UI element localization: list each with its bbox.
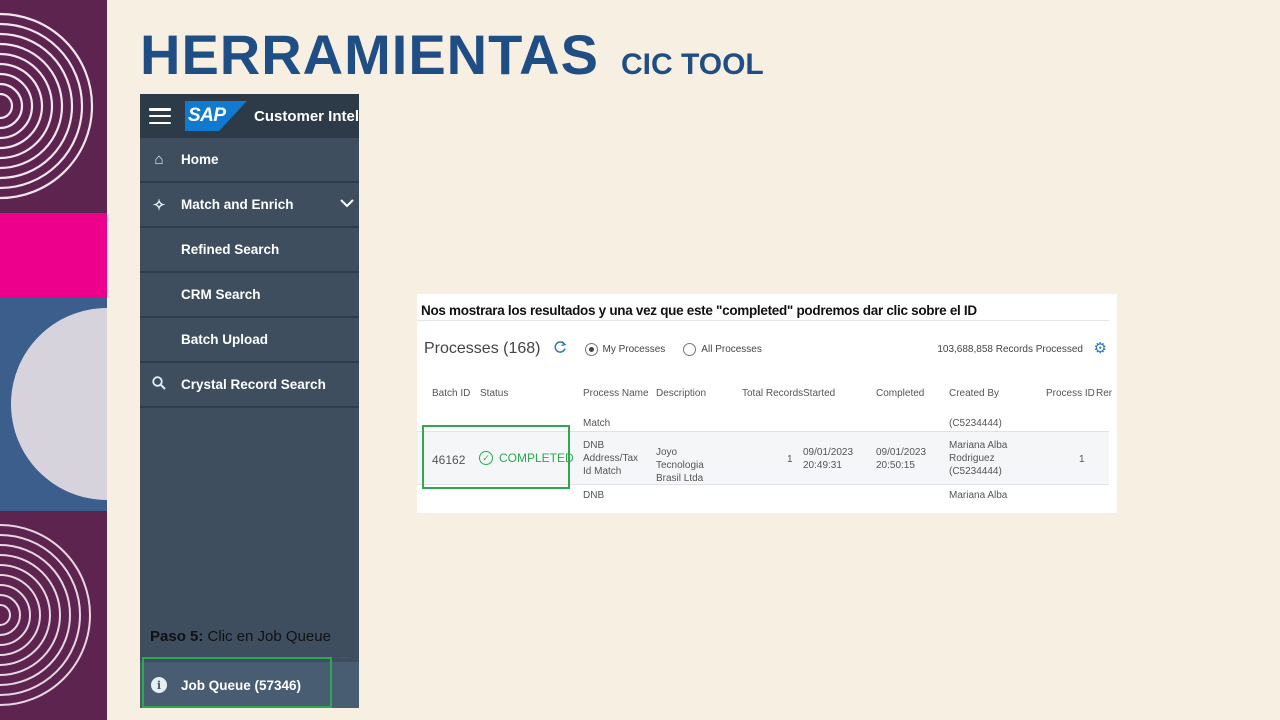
cell-process-id: 1 [1079,454,1085,465]
nav-item-home[interactable]: ⌂ Home [140,138,359,183]
refresh-icon[interactable] [553,340,567,358]
col-header-completed[interactable]: Completed [876,388,924,399]
sap-logo: SAP [185,101,247,131]
nav-item-crystal-record-search[interactable]: Crystal Record Search [140,363,359,408]
decor-concentric-circles-top [0,0,107,213]
title-sub: CIC TOOL [620,48,764,81]
divider [338,657,349,658]
col-header-description[interactable]: Description [656,388,706,399]
cell-created-by: Mariana Alba Rodriguez (C5234444) [949,440,1008,477]
highlight-box-job-queue [142,657,332,708]
prev-row-process-name: Match [583,418,611,429]
records-processed: 103,688,858 Records Processed [937,344,1083,355]
title-main: HERRAMIENTAS [140,23,599,86]
nav-item-match-and-enrich[interactable]: ✧ Match and Enrich [140,183,359,228]
nav-label: CRM Search [181,287,261,302]
app-title: Customer Intel [253,107,359,125]
col-header-batch-id[interactable]: Batch ID [432,388,470,399]
nav-label: Home [181,152,219,167]
decor-concentric-circles-bottom [0,511,107,720]
col-header-process-id[interactable]: Process ID [1046,388,1095,399]
nav-item-crm-search[interactable]: CRM Search [140,273,359,318]
sap-sidebar: SAP Customer Intel ⌂ Home ✧ Match and En… [140,94,359,708]
hamburger-menu-icon[interactable] [149,108,171,124]
cell-total-records: 1 [787,454,793,465]
col-header-process-name[interactable]: Process Name [583,388,649,399]
prev-row-created-by: (C5234444) [949,418,1002,429]
nav-label: Batch Upload [181,332,269,347]
my-processes-radio[interactable] [584,342,598,356]
col-header-started[interactable]: Started [803,388,835,399]
col-header-rer[interactable]: Rer [1096,388,1112,399]
slide-title: HERRAMIENTAS CIC TOOL [140,22,764,87]
processes-title: Processes (168) [424,340,541,357]
cell-description: Joyo Tecnologia Brasil Ltda [656,447,704,484]
gear-icon[interactable]: ⚙ [1094,339,1107,357]
my-processes-label: My Processes [602,343,666,355]
step-instruction: Paso 5: Clic en Job Queue [150,628,331,645]
step-label: Paso 5: [150,628,204,645]
sap-logo-text: SAP [188,105,226,126]
highlight-box-batch-status [422,425,570,489]
step-text: Clic en Job Queue [203,628,331,645]
next-row-process-name: DNB [583,490,605,501]
nav-label: Refined Search [181,242,280,257]
sap-header: SAP Customer Intel [140,94,359,138]
nav-label: Match and Enrich [181,197,294,212]
col-header-status[interactable]: Status [480,388,508,399]
col-header-total-records[interactable]: Total Records [742,388,803,399]
chevron-down-icon [340,195,354,211]
results-caption: Nos mostrara los resultados y una vez qu… [421,303,977,318]
next-row-created-by: Mariana Alba [949,490,1008,501]
processes-header: Processes (168) My Processes All Process… [424,340,762,358]
cell-started: 09/01/2023 20:49:31 [803,447,854,471]
divider [417,320,1109,321]
nav-item-batch-upload[interactable]: Batch Upload [140,318,359,363]
decor-pink-band [0,213,107,298]
all-processes-label: All Processes [701,343,762,355]
nav-item-refined-search[interactable]: Refined Search [140,228,359,273]
cell-process-name: DNB Address/Tax Id Match [583,440,639,477]
home-icon: ⌂ [154,151,164,168]
magic-wand-icon: ✧ [152,196,166,214]
col-header-created-by[interactable]: Created By [949,388,999,399]
all-processes-radio[interactable] [683,342,697,356]
decor-circle-mid [0,298,107,511]
cell-completed: 09/01/2023 20:50:15 [876,447,927,471]
search-icon [150,375,168,394]
nav-label: Crystal Record Search [181,377,326,392]
